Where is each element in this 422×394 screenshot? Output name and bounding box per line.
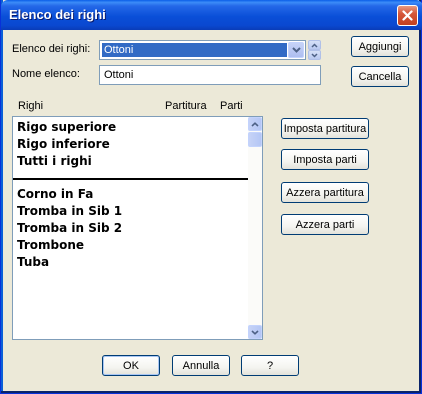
list-select-value: Ottoni bbox=[102, 43, 287, 57]
window-title: Elenco dei righi bbox=[9, 7, 106, 22]
column-header-score: Partitura bbox=[165, 100, 207, 112]
list-scrollbar[interactable] bbox=[248, 117, 262, 339]
spin-down-button[interactable] bbox=[308, 50, 321, 60]
list-label: Elenco dei righi: bbox=[12, 43, 91, 55]
name-label: Nome elenco: bbox=[12, 68, 80, 80]
list-item-bottom-staff[interactable]: Rigo inferiore bbox=[17, 136, 110, 153]
reset-score-button[interactable]: Azzera partitura bbox=[281, 182, 369, 203]
list-item-trombone[interactable]: Trombone bbox=[17, 237, 84, 254]
close-icon bbox=[402, 10, 413, 21]
combo-arrow-icon bbox=[291, 47, 301, 53]
list-separator bbox=[13, 178, 248, 180]
combo-dropdown-button[interactable] bbox=[288, 42, 304, 58]
list-name-input[interactable]: Ottoni bbox=[99, 65, 321, 85]
set-parts-button[interactable]: Imposta parti bbox=[281, 149, 369, 170]
ok-button[interactable]: OK bbox=[102, 355, 160, 376]
add-button[interactable]: Aggiungi bbox=[351, 36, 409, 57]
help-button[interactable]: ? bbox=[241, 355, 299, 376]
spin-down-icon bbox=[311, 52, 318, 58]
set-score-button[interactable]: Imposta partitura bbox=[281, 118, 369, 139]
delete-button[interactable]: Cancella bbox=[351, 66, 409, 87]
scroll-down-button[interactable] bbox=[248, 325, 262, 339]
list-item-trumpet-2[interactable]: Tromba in Sib 2 bbox=[17, 220, 122, 237]
reset-parts-button[interactable]: Azzera parti bbox=[281, 214, 369, 235]
scroll-up-button[interactable] bbox=[248, 117, 262, 131]
list-item-top-staff[interactable]: Rigo superiore bbox=[17, 119, 116, 136]
list-item-all-staves[interactable]: Tutti i righi bbox=[17, 153, 92, 170]
title-bar[interactable]: Elenco dei righi bbox=[1, 0, 422, 30]
list-select[interactable]: Ottoni bbox=[99, 40, 306, 60]
spin-up-icon bbox=[311, 42, 318, 48]
scroll-down-icon bbox=[251, 329, 259, 335]
staff-list[interactable]: Rigo superiore Rigo inferiore Tutti i ri… bbox=[12, 116, 263, 340]
scroll-up-icon bbox=[251, 121, 259, 127]
list-item-tuba[interactable]: Tuba bbox=[17, 254, 49, 271]
list-item-trumpet-1[interactable]: Tromba in Sib 1 bbox=[17, 203, 122, 220]
dialog-window: Elenco dei righi Elenco dei righi: Otton… bbox=[0, 0, 422, 394]
scroll-thumb[interactable] bbox=[248, 132, 262, 147]
list-item-horn[interactable]: Corno in Fa bbox=[17, 186, 93, 203]
close-button[interactable] bbox=[397, 5, 418, 26]
cancel-button[interactable]: Annulla bbox=[172, 355, 230, 376]
column-header-staves: Righi bbox=[18, 100, 44, 112]
spin-up-button[interactable] bbox=[308, 40, 321, 50]
column-header-parts: Parti bbox=[220, 100, 243, 112]
list-spinner[interactable] bbox=[308, 40, 321, 60]
